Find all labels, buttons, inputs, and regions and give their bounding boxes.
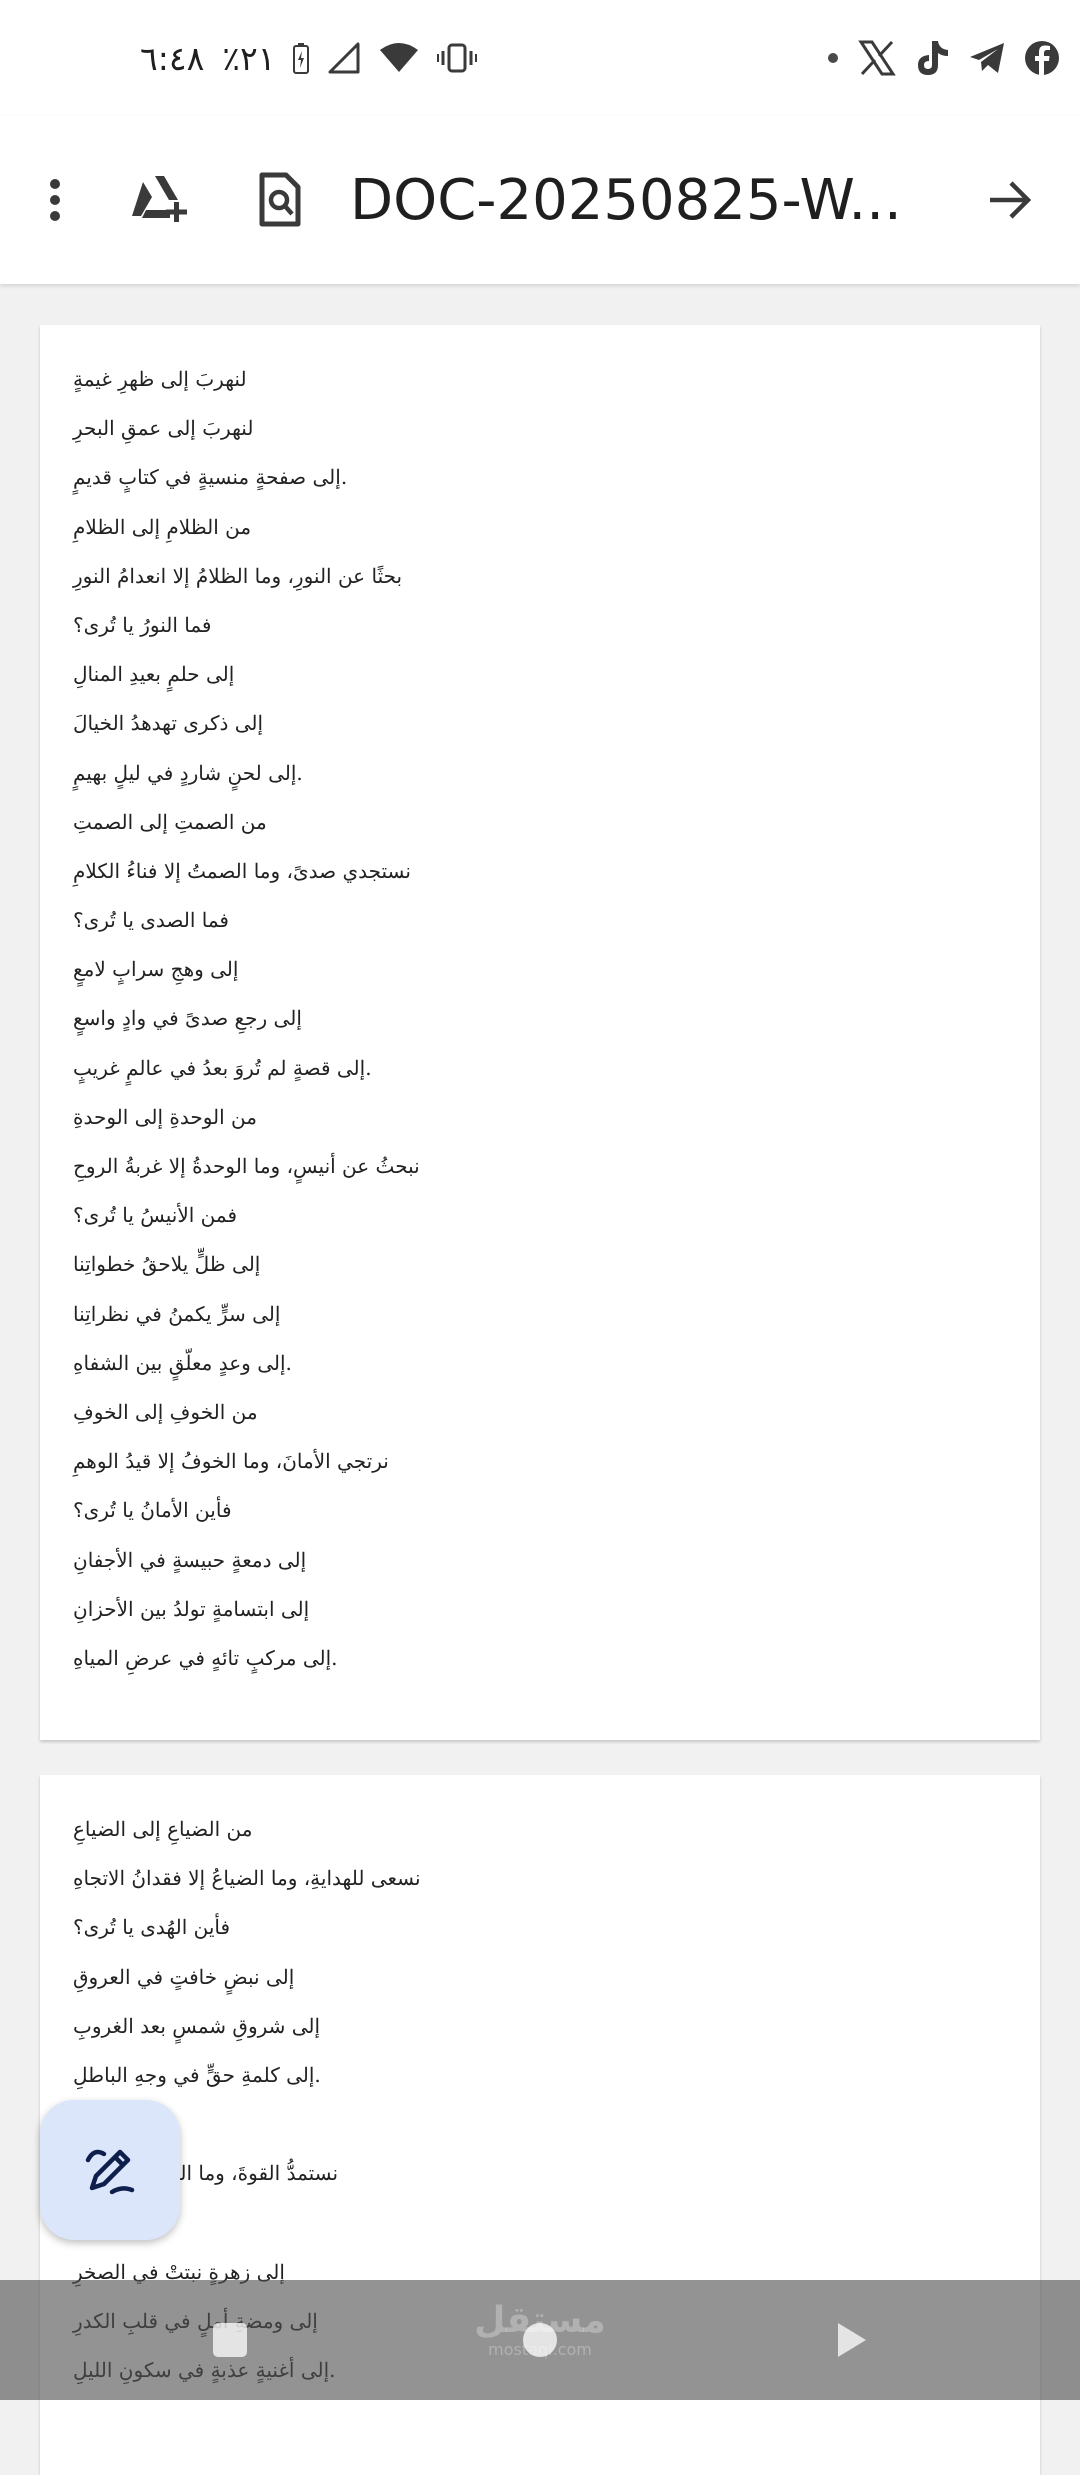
text-line: إلى حلمٍ بعيدِ المنالِ bbox=[73, 662, 235, 687]
signal-icon bbox=[327, 41, 361, 75]
telegram-icon bbox=[968, 41, 1006, 75]
status-time: ٦:٤٨ bbox=[140, 38, 205, 78]
status-bar: ٦:٤٨ ٪٢١ bbox=[0, 0, 1080, 116]
text-line: إلى ذكرى تهدهدُ الخيالَ bbox=[73, 711, 264, 736]
document-page-1: لنهربَ إلى ظهرِ غيمةٍ لنهربَ إلى عمقِ الب… bbox=[40, 325, 1040, 1740]
home-button[interactable] bbox=[480, 2280, 600, 2400]
battery-percent: ٪٢١ bbox=[222, 38, 276, 78]
text-line: نستجدي صدىً، وما الصمتُ إلا فناءُ الكلام… bbox=[73, 858, 411, 883]
forward-button[interactable] bbox=[960, 116, 1060, 284]
text-line: إلى نبضٍ خافتٍ في العروقِ bbox=[73, 1964, 295, 1989]
home-icon bbox=[523, 2323, 557, 2357]
text-line: من الظلامِ إلى الظلامِ bbox=[73, 514, 252, 539]
vibrate-icon bbox=[437, 42, 478, 74]
document-title: DOC-20250825-W... bbox=[350, 167, 902, 233]
text-line: نبحثُ عن أنيسٍ، وما الوحدةُ إلا غربةُ ال… bbox=[73, 1154, 420, 1178]
text-line: إلى ابتسامةٍ تولدُ بين الأحزانِ bbox=[73, 1596, 310, 1621]
battery-charging-icon bbox=[293, 42, 310, 74]
text-line: فما الصدى يا تُرى؟ bbox=[73, 908, 229, 933]
text-line: إلى صفحةٍ منسيةٍ في كتابٍ قديمٍ. bbox=[73, 465, 348, 490]
text-line: إلى وهجِ سرابٍ لامعٍ bbox=[73, 957, 239, 982]
back-button[interactable] bbox=[790, 2280, 910, 2400]
wifi-icon bbox=[379, 42, 419, 74]
text-line: لنهربَ إلى ظهرِ غيمةٍ bbox=[73, 367, 247, 391]
text-line: إلى دمعةٍ حبيسةٍ في الأجفانِ bbox=[73, 1547, 307, 1572]
text-line: إلى ظلٍّ يلاحقُ خطواتِنا bbox=[73, 1252, 261, 1277]
notification-dot-icon bbox=[826, 51, 840, 65]
back-triangle-icon bbox=[838, 2323, 866, 2357]
text-line: إلى مركبٍ تائهٍ في عرضِ المياهِ. bbox=[73, 1645, 338, 1670]
status-left: ٦:٤٨ ٪٢١ bbox=[140, 30, 478, 86]
text-line: إلى سرٍّ يكمنُ في نظراتِنا bbox=[73, 1301, 281, 1326]
edit-pen-icon bbox=[85, 2149, 135, 2195]
more-options-button[interactable] bbox=[15, 116, 95, 284]
text-line: من الخوفِ إلى الخوفِ bbox=[73, 1399, 258, 1424]
x-twitter-icon bbox=[858, 39, 896, 77]
edit-fab-button[interactable] bbox=[40, 2100, 180, 2240]
text-line: إلى قصةٍ لم تُروَ بعدُ في عالمٍ غريبٍ. bbox=[73, 1055, 372, 1080]
text-line: من الضياعِ إلى الضياعِ bbox=[73, 1817, 253, 1841]
system-navigation-bar bbox=[0, 2280, 1080, 2400]
text-line: فأين الأمانُ يا تُرى؟ bbox=[73, 1498, 232, 1523]
find-in-document-button[interactable] bbox=[235, 116, 325, 284]
facebook-icon bbox=[1024, 40, 1060, 76]
text-line: نرتجي الأمانَ، وما الخوفُ إلا قيدُ الوهم… bbox=[73, 1449, 389, 1474]
text-line: من الصمتِ إلى الصمتِ bbox=[73, 809, 267, 834]
text-line: فما النورُ يا تُرى؟ bbox=[73, 612, 212, 637]
recent-apps-button[interactable] bbox=[170, 2280, 290, 2400]
text-line: نسعى للهدايةِ، وما الضياعُ إلا فقدانُ ال… bbox=[73, 1866, 421, 1891]
add-to-drive-button[interactable] bbox=[115, 116, 205, 284]
tiktok-icon bbox=[914, 39, 950, 77]
more-vert-icon bbox=[50, 179, 60, 221]
page-1-lines: لنهربَ إلى ظهرِ غيمةٍ لنهربَ إلى عمقِ الب… bbox=[73, 355, 420, 1683]
text-line: إلى كلمةِ حقٍّ في وجهِ الباطلِ. bbox=[73, 2062, 321, 2087]
notification-icons bbox=[826, 32, 1060, 84]
text-line: فمن الأنيسُ يا تُرى؟ bbox=[73, 1203, 238, 1228]
text-line: إلى وعدٍ معلّقٍ بين الشفاهِ. bbox=[73, 1350, 292, 1375]
text-line: إلى شروقِ شمسٍ بعد الغروبِ bbox=[73, 2013, 321, 2038]
recent-apps-icon bbox=[213, 2323, 247, 2357]
add-to-drive-icon bbox=[132, 176, 187, 222]
text-line: إلى لحنٍ شاردٍ في ليلٍ بهيمٍ. bbox=[73, 760, 303, 785]
arrow-forward-icon bbox=[990, 181, 1032, 219]
document-toolbar: DOC-20250825-W... bbox=[0, 116, 1080, 284]
text-line: لنهربَ إلى عمقِ البحرِ bbox=[73, 416, 254, 441]
find-in-page-icon bbox=[259, 172, 301, 227]
text-line: بحثًا عن النورِ، وما الظلامُ إلا انعدامُ… bbox=[73, 563, 403, 588]
text-line: إلى رجعِ صدىً في وادٍ واسعٍ bbox=[73, 1006, 302, 1031]
text-line: من الوحدةِ إلى الوحدةِ bbox=[73, 1104, 257, 1129]
text-line: فأين الهُدى يا تُرى؟ bbox=[73, 1915, 231, 1940]
